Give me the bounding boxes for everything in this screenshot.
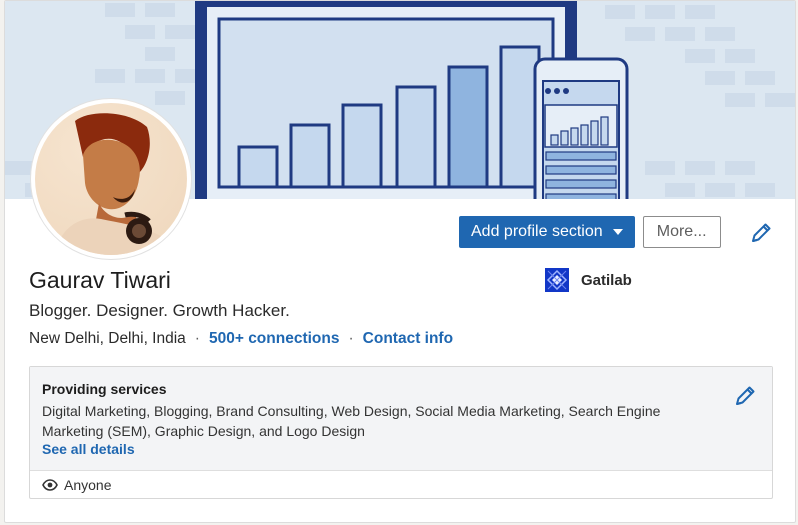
add-profile-section-label: Add profile section [471,223,603,240]
caret-down-icon [612,229,623,235]
profile-actions: Add profile section More... [459,216,721,248]
visibility-label: Anyone [64,477,112,493]
see-all-details-link[interactable]: See all details [42,441,135,457]
visibility-setting[interactable]: Anyone [30,471,772,499]
profile-headline: Blogger. Designer. Growth Hacker. [29,301,290,320]
separator-dot: · [348,330,354,347]
company-link[interactable]: Gatilab [545,268,632,292]
edit-services-button[interactable] [733,384,757,408]
separator-dot: · [194,330,200,347]
pencil-icon [752,223,771,242]
services-title: Providing services [42,381,167,397]
profile-photo [35,103,187,255]
edit-intro-button[interactable] [749,221,773,245]
connections-link[interactable]: 500+ connections [209,330,340,348]
company-name: Gatilab [581,271,632,289]
services-list: Digital Marketing, Blogging, Brand Consu… [42,403,661,439]
profile-name: Gaurav Tiwari [29,267,171,293]
pencil-icon [736,386,755,405]
profile-card: Add profile section More... Gaurav Tiwar… [4,0,796,523]
avatar[interactable] [31,99,191,259]
more-button[interactable]: More... [642,216,721,248]
services-box: Providing services Digital Marketing, Bl… [29,366,773,499]
profile-location: New Delhi, Delhi, India [29,330,186,347]
services-body: Providing services Digital Marketing, Bl… [30,367,772,471]
gatilab-logo-icon [545,268,569,292]
contact-info-link[interactable]: Contact info [363,330,453,348]
company-logo [545,268,569,292]
eye-icon [42,479,58,491]
add-profile-section-button[interactable]: Add profile section [459,216,635,248]
profile-meta: New Delhi, Delhi, India · 500+ connectio… [29,330,453,348]
